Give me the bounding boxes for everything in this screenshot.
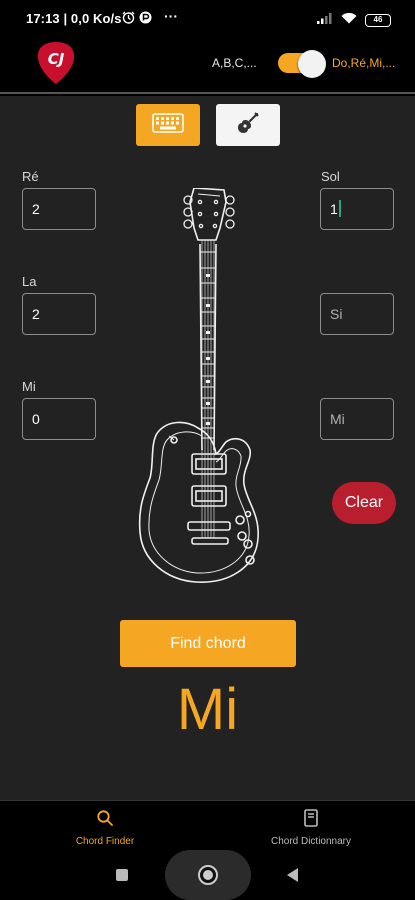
notation-toggle[interactable] <box>278 50 328 78</box>
app-logo: CJ <box>36 40 76 86</box>
battery-icon: 46 <box>365 13 391 27</box>
find-chord-button[interactable]: Find chord <box>120 620 296 667</box>
bottom-navigation: Chord Finder Chord Dictionnary <box>0 800 415 856</box>
status-bar: 17:13 | 0,0 Ko/s ··· 46 <box>0 0 415 36</box>
guitar-icon <box>236 111 260 140</box>
guitar-mode-button[interactable] <box>216 104 280 146</box>
status-time-network: 17:13 | 0,0 Ko/s <box>26 11 122 26</box>
string-re-input[interactable] <box>22 188 96 230</box>
string-mi-low-label: Mi <box>22 379 36 394</box>
notation-solfege-label: Do,Ré,Mi,... <box>332 56 396 70</box>
string-re-label: Ré <box>22 169 39 184</box>
nav-chord-finder[interactable]: Chord Finder <box>20 809 190 847</box>
chord-result: Mi <box>176 677 239 742</box>
home-icon <box>198 865 218 885</box>
system-navigation-bar <box>0 850 415 900</box>
recent-apps-button[interactable] <box>116 869 128 881</box>
app-bar: CJ A,B,C,... Do,Ré,Mi,... <box>0 36 415 94</box>
string-la-input[interactable] <box>22 293 96 335</box>
string-mi-low-input[interactable] <box>22 398 96 440</box>
clear-button[interactable]: Clear <box>332 482 396 524</box>
back-button[interactable] <box>287 868 298 882</box>
chord-finder-panel: Ré La Mi Sol <box>0 96 415 800</box>
search-icon <box>96 810 114 831</box>
string-sol-label: Sol <box>321 169 340 184</box>
alarm-icon <box>122 11 135 29</box>
string-mi-high-input[interactable] <box>320 398 394 440</box>
toggle-knob <box>298 50 326 78</box>
keyboard-icon <box>152 112 184 138</box>
guitar-illustration <box>136 187 266 597</box>
text-caret <box>339 200 341 217</box>
notation-letters-label: A,B,C,... <box>212 56 257 70</box>
more-notifications-icon: ··· <box>164 8 178 24</box>
home-button[interactable] <box>165 850 251 900</box>
string-sol-input[interactable] <box>320 188 394 230</box>
signal-icon <box>317 11 333 29</box>
nav-chord-finder-label: Chord Finder <box>75 836 135 847</box>
nav-chord-dictionary-label: Chord Dictionnary <box>270 836 352 847</box>
book-icon <box>303 809 319 831</box>
logo-text: CJ <box>48 50 65 68</box>
wifi-icon <box>341 11 357 29</box>
string-si-input[interactable] <box>320 293 394 335</box>
app-notification-icon <box>139 11 152 29</box>
nav-chord-dictionary[interactable]: Chord Dictionnary <box>226 809 396 847</box>
keyboard-mode-button[interactable] <box>136 104 200 146</box>
string-la-label: La <box>22 274 37 289</box>
